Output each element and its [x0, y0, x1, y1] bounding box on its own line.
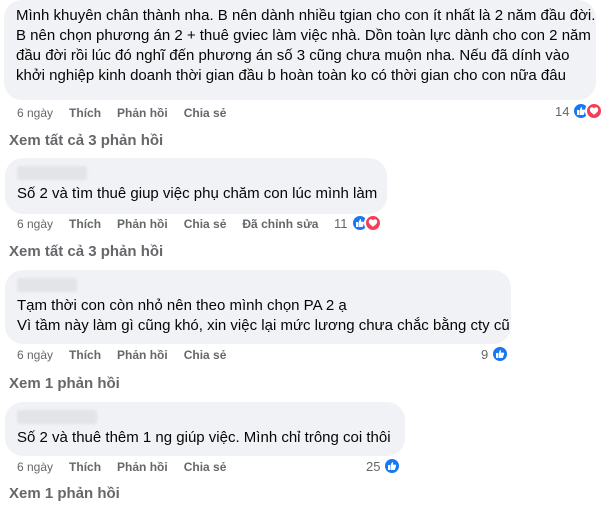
- reply-button[interactable]: Phản hồi: [117, 106, 168, 120]
- comment-text-line: khởi nghiệp kinh doanh thời gian đầu b h…: [16, 67, 566, 84]
- comment-bubble: Tạm thời con còn nhỏ nên theo mình chọn …: [5, 270, 511, 344]
- comment-text-line: Vì tầm này làm gì cũng khó, xin việc lại…: [17, 317, 510, 334]
- reaction-summary[interactable]: 14: [555, 102, 604, 120]
- comment-actions: 6 ngày Thích Phản hồi Chia sẻ: [17, 348, 242, 362]
- comment-text-line: Tạm thời con còn nhỏ nên theo mình chọn …: [17, 297, 347, 314]
- comment-time[interactable]: 6 ngày: [17, 106, 53, 120]
- comment-actions: 6 ngày Thích Phản hồi Chia sẻ: [17, 106, 242, 120]
- comment-time[interactable]: 6 ngày: [17, 348, 53, 362]
- author-name-redacted: [17, 278, 77, 292]
- reaction-count: 11: [334, 215, 348, 231]
- author-name-redacted: [17, 410, 97, 424]
- comment-text-line: B nên chọn phương án 2 + thuê gviec làm …: [16, 27, 591, 44]
- reply-button[interactable]: Phản hồi: [117, 348, 168, 362]
- reaction-summary[interactable]: 25: [366, 457, 402, 475]
- comment-text-line: đầu đời rồi lúc đó nghĩ đến phương án số…: [16, 47, 570, 64]
- comment-bubble: Số 2 và thuê thêm 1 ng giúp việc. Mình c…: [5, 402, 405, 456]
- share-button[interactable]: Chia sẻ: [184, 348, 227, 362]
- thumbs-up-icon: [383, 457, 402, 475]
- comment-text-line: Mình khuyên chân thành nha. B nên dành n…: [16, 7, 596, 24]
- comment-time[interactable]: 6 ngày: [17, 460, 53, 474]
- share-button[interactable]: Chia sẻ: [184, 460, 227, 474]
- heart-icon: [363, 214, 382, 232]
- reaction-count: 14: [555, 103, 570, 119]
- like-button[interactable]: Thích: [69, 106, 101, 120]
- comment-actions: 6 ngày Thích Phản hồi Chia sẻ: [17, 460, 242, 474]
- reply-button[interactable]: Phản hồi: [117, 460, 168, 474]
- like-button[interactable]: Thích: [69, 348, 101, 362]
- heart-icon: [585, 102, 604, 120]
- view-replies-link[interactable]: Xem tất cả 3 phản hồi: [9, 132, 163, 149]
- view-replies-link[interactable]: Xem 1 phản hồi: [9, 485, 120, 502]
- view-replies-link[interactable]: Xem tất cả 3 phản hồi: [9, 243, 163, 260]
- comment-text-line: Số 2 và tìm thuê giup việc phụ chăm con …: [17, 185, 378, 202]
- comment-bubble: Số 2 và tìm thuê giup việc phụ chăm con …: [5, 158, 387, 214]
- comment-time[interactable]: 6 ngày: [17, 217, 53, 231]
- thumbs-up-icon: [491, 345, 510, 363]
- like-button[interactable]: Thích: [69, 460, 101, 474]
- reaction-count: 25: [366, 458, 381, 474]
- view-replies-link[interactable]: Xem 1 phản hồi: [9, 375, 120, 392]
- comment-text-line: Số 2 và thuê thêm 1 ng giúp việc. Mình c…: [17, 429, 391, 446]
- edited-label[interactable]: Đã chỉnh sửa: [242, 217, 318, 231]
- share-button[interactable]: Chia sẻ: [184, 217, 227, 231]
- comment-actions: 6 ngày Thích Phản hồi Chia sẻ Đã chỉnh s…: [17, 217, 334, 231]
- reaction-summary[interactable]: 11: [334, 214, 382, 232]
- reaction-summary[interactable]: 9: [481, 345, 510, 363]
- like-button[interactable]: Thích: [69, 217, 101, 231]
- comment-bubble: Mình khuyên chân thành nha. B nên dành n…: [4, 0, 596, 100]
- reaction-count: 9: [481, 346, 489, 362]
- share-button[interactable]: Chia sẻ: [184, 106, 227, 120]
- author-name-redacted: [17, 166, 87, 180]
- reply-button[interactable]: Phản hồi: [117, 217, 168, 231]
